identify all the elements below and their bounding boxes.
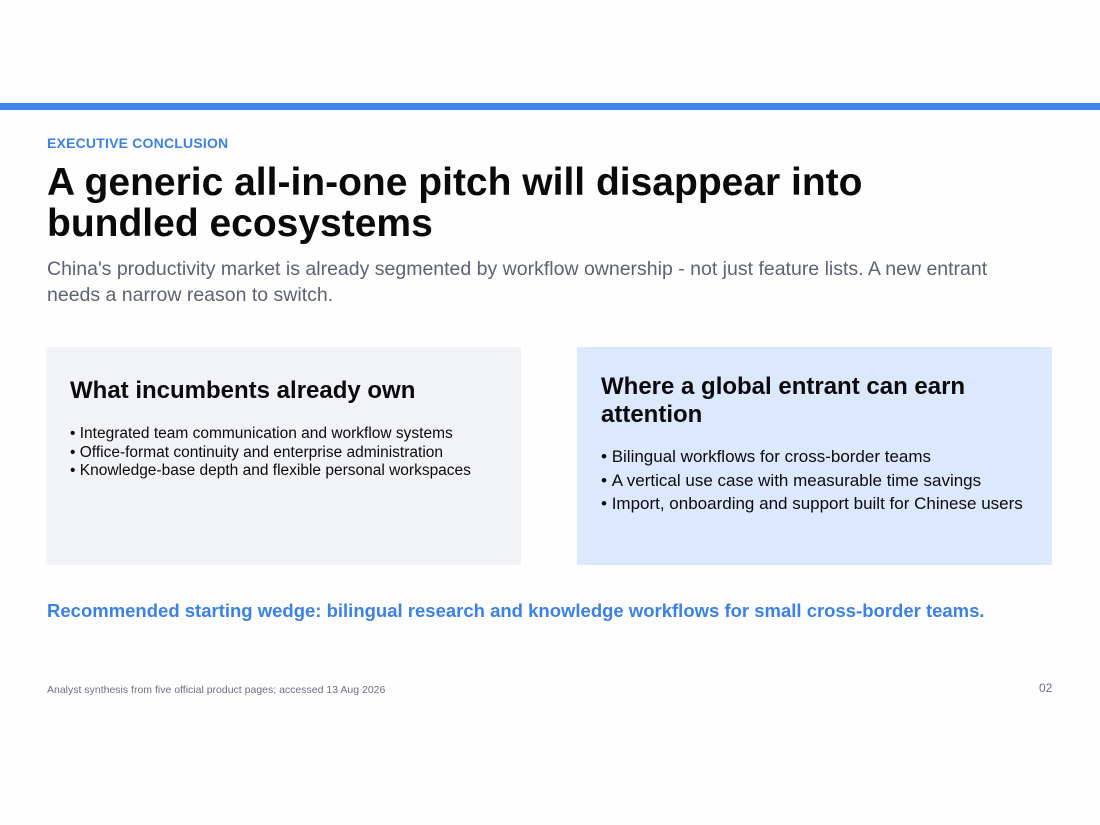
- entrant-card-heading: Where a global entrant can earn attentio…: [601, 373, 966, 428]
- list-item: Knowledge-base depth and flexible person…: [70, 462, 497, 481]
- slide-subtitle: China's productivity market is already s…: [47, 258, 988, 306]
- entrant-card: Where a global entrant can earn attentio…: [577, 347, 1052, 565]
- list-item: Import, onboarding and support built for…: [601, 492, 1028, 516]
- entrant-list: Bilingual workflows for cross-border tea…: [601, 445, 1028, 516]
- slide-title: A generic all-in-one pitch will disappea…: [47, 161, 863, 245]
- list-item: Office-format continuity and enterprise …: [70, 444, 497, 463]
- accent-rule: [0, 103, 1100, 110]
- page-number: 02: [1039, 681, 1053, 695]
- incumbents-card-heading: What incumbents already own: [70, 377, 416, 404]
- recommendation-text: Recommended starting wedge: bilingual re…: [47, 600, 985, 621]
- incumbents-card: What incumbents already own Integrated t…: [46, 347, 521, 565]
- source-note: Analyst synthesis from five official pro…: [47, 684, 386, 696]
- eyebrow-label: EXECUTIVE CONCLUSION: [47, 135, 229, 151]
- list-item: Bilingual workflows for cross-border tea…: [601, 445, 1028, 469]
- slide: EXECUTIVE CONCLUSION A generic all-in-on…: [0, 0, 1100, 825]
- list-item: Integrated team communication and workfl…: [70, 425, 497, 444]
- list-item: A vertical use case with measurable time…: [601, 469, 1028, 493]
- incumbents-list: Integrated team communication and workfl…: [70, 425, 497, 481]
